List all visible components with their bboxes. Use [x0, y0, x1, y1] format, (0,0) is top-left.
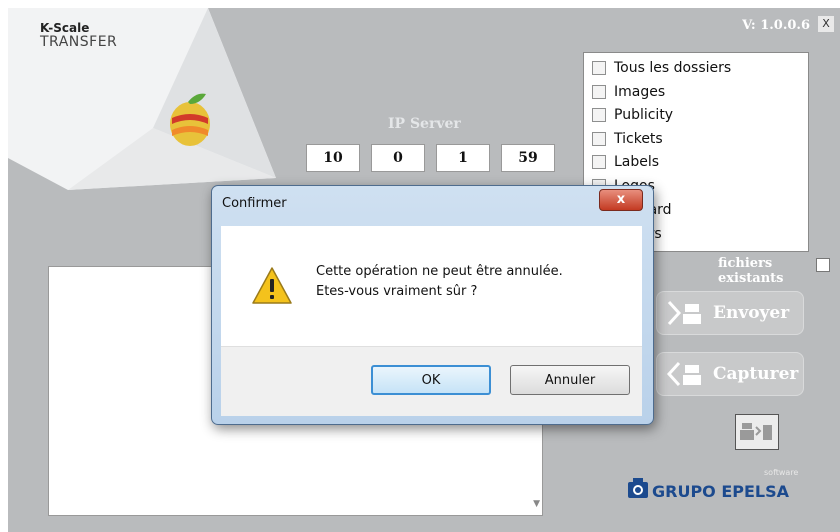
checkbox[interactable] [592, 85, 606, 99]
ip-octet-1[interactable]: 10 [306, 144, 360, 172]
dialog-message-line2: Etes-vous vraiment sûr ? [316, 284, 478, 299]
cancel-button[interactable]: Annuler [510, 365, 630, 395]
dialog-footer: OK Annuler [221, 346, 642, 416]
warning-icon [252, 267, 292, 304]
checkbox[interactable] [592, 155, 606, 169]
dialog-title: Confirmer [222, 196, 287, 211]
ip-octet-3[interactable]: 1 [436, 144, 490, 172]
folder-label: Tous les dossiers [614, 60, 732, 76]
ip-octet-2[interactable]: 0 [371, 144, 425, 172]
dialog-body: Cette opération ne peut être annulée. Et… [221, 226, 642, 346]
send-button[interactable]: Envoyer [656, 291, 804, 335]
logo-line2: TRANSFER [40, 33, 118, 50]
folder-item[interactable]: Labels [592, 151, 659, 173]
folder-item[interactable]: Tickets [592, 128, 663, 150]
folder-label: Publicity [614, 107, 674, 123]
overwrite-checkbox[interactable] [816, 258, 830, 272]
brand-name: GRUPO EPELSA [652, 482, 790, 501]
capture-icon [666, 361, 701, 387]
fruit-logo-icon [170, 93, 210, 146]
delete-scale-button[interactable] [735, 414, 779, 450]
folder-item[interactable]: Images [592, 81, 665, 103]
brand-software: software [764, 468, 799, 477]
dialog-close-button[interactable]: x [599, 189, 643, 211]
checkbox[interactable] [592, 132, 606, 146]
ip-octet-4[interactable]: 59 [501, 144, 555, 172]
checkbox[interactable] [592, 61, 606, 75]
dialog-message-line1: Cette opération ne peut être annulée. [316, 264, 563, 279]
confirm-dialog: Confirmer x Cette opération ne peut être… [211, 185, 654, 425]
folder-label: Labels [614, 154, 660, 170]
ip-server-label: IP Server [388, 116, 461, 132]
epelsa-logo-icon [628, 478, 648, 498]
folder-item[interactable]: Tous les dossiers [592, 57, 731, 79]
dialog-message: Cette opération ne peut être annulée. Et… [316, 262, 563, 302]
scroll-down-icon[interactable]: ▼ [533, 499, 540, 509]
send-label: Envoyer [713, 303, 790, 323]
app-logo: K-Scale TRANSFER [40, 22, 117, 49]
checkbox[interactable] [592, 108, 606, 122]
capture-label: Capturer [713, 364, 799, 384]
app-close-button[interactable]: X [818, 16, 834, 32]
folder-label: Images [614, 84, 666, 100]
ok-button[interactable]: OK [371, 365, 491, 395]
send-icon [667, 300, 701, 326]
folder-item[interactable]: Publicity [592, 104, 673, 126]
folder-label: Tickets [614, 131, 663, 147]
version-label: V: 1.0.0.6 [742, 18, 810, 33]
logo-line1: K-Scale [40, 21, 90, 35]
scale-delete-icon [740, 423, 772, 440]
capture-button[interactable]: Capturer [656, 352, 804, 396]
